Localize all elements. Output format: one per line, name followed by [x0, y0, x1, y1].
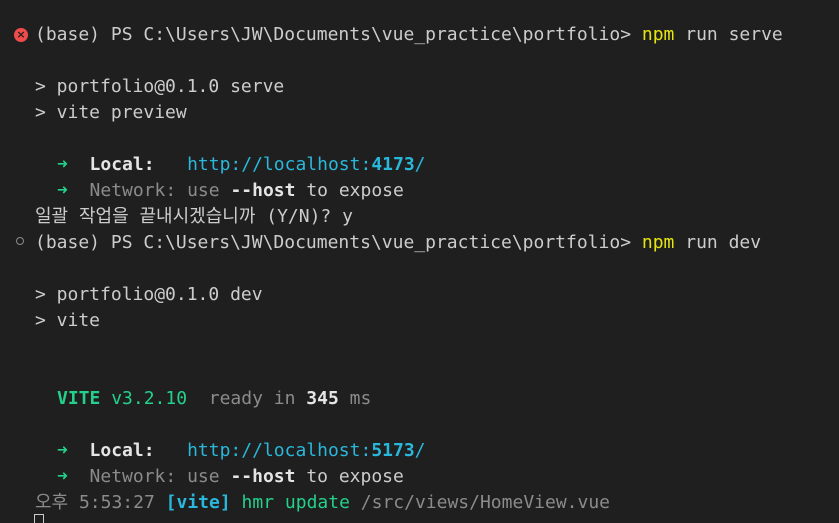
local-label: Local:: [89, 154, 155, 175]
local-url-link[interactable]: http://localhost:4173/: [187, 154, 425, 175]
network-label: Network:: [89, 180, 177, 201]
command-line-dev: (base) PS C:\Users\JW\Documents\vue_prac…: [35, 230, 761, 256]
local-label: Local:: [89, 440, 155, 461]
network-label: Network:: [89, 466, 177, 487]
vite-version: v3.2.10: [111, 388, 188, 409]
hmr-path: /src/views/HomeView.vue: [360, 492, 611, 513]
hmr-msg: hmr update: [241, 492, 350, 513]
arrow-right-icon: ➜: [57, 466, 68, 487]
prompt-text: (base) PS C:\Users\JW\Documents\vue_prac…: [35, 232, 642, 253]
terminal-cursor: [34, 514, 44, 523]
network-line: ➜ Network: use --host to expose: [57, 466, 404, 487]
hmr-update-line: 오후 5:53:27 [vite] hmr update /src/views/…: [35, 490, 610, 516]
local-url-line: ➜ Local: http://localhost:4173/: [57, 152, 426, 178]
local-url-line: ➜ Local: http://localhost:5173/: [57, 438, 426, 464]
terminal-panel[interactable]: × (base) PS C:\Users\JW\Documents\vue_pr…: [0, 0, 839, 523]
script-line: > portfolio@0.1.0 dev: [35, 284, 263, 305]
command-args: run serve: [674, 24, 783, 45]
command-line-serve: (base) PS C:\Users\JW\Documents\vue_prac…: [35, 22, 783, 48]
network-line: ➜ Network: use --host to expose: [57, 180, 404, 201]
cmd-line: > vite: [35, 310, 101, 331]
ready-ms: 345: [306, 388, 339, 409]
local-url-link[interactable]: http://localhost:5173/: [187, 440, 425, 461]
circle-outline-icon[interactable]: [16, 237, 24, 245]
command-args: run dev: [674, 232, 762, 253]
arrow-right-icon: ➜: [57, 154, 68, 175]
npm-command: npm: [641, 232, 675, 253]
hmr-tag: [vite]: [165, 492, 231, 513]
arrow-right-icon: ➜: [57, 440, 68, 461]
prompt-text: (base) PS C:\Users\JW\Documents\vue_prac…: [35, 24, 642, 45]
vite-name: VITE: [57, 388, 101, 409]
batch-terminate-prompt: 일괄 작업을 끝내시겠습니까 (Y/N)? y: [35, 206, 353, 227]
hmr-time: 오후 5:53:27: [35, 492, 155, 513]
vite-ready-line: VITE v3.2.10 ready in 345 ms: [57, 388, 372, 409]
cmd-line: > vite preview: [35, 102, 187, 123]
x-circle-icon[interactable]: ×: [14, 28, 28, 42]
arrow-right-icon: ➜: [57, 180, 68, 201]
script-line: > portfolio@0.1.0 serve: [35, 76, 285, 97]
npm-command: npm: [641, 24, 675, 45]
